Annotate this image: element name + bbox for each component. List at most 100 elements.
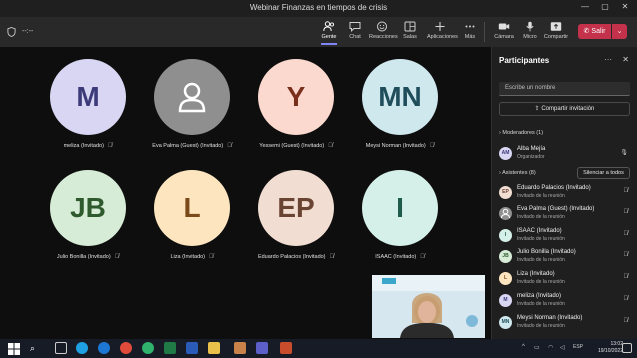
apps-button[interactable]: Aplicaciones (427, 21, 458, 40)
list-item[interactable]: MN Meysi Norman (Invitado) Invitado de l… (499, 314, 630, 332)
list-item[interactable]: Eva Palma (Guest) (Invitado) Invitado de… (499, 205, 630, 223)
more-label: Más (464, 34, 476, 40)
participant-tile[interactable]: M meliza (Invitado) 🎙̸ (43, 59, 133, 149)
avatar-initials: JB (70, 192, 106, 223)
camera-button[interactable]: Cámara (491, 21, 517, 40)
apps-label: Aplicaciones (427, 34, 458, 40)
mic-off-icon: 🎙̸ (623, 296, 629, 302)
task-view-icon[interactable] (55, 342, 67, 354)
wifi-icon[interactable]: ◠ (548, 344, 553, 351)
teams-icon[interactable] (256, 342, 268, 354)
share-button[interactable]: Compartir (543, 21, 569, 40)
volume-icon[interactable]: ◁ (560, 344, 565, 351)
edge-icon[interactable] (98, 342, 110, 354)
mic-off-icon: 🎙̸ (623, 209, 629, 215)
mic-off-icon: 🎙̸ (114, 254, 120, 260)
participant-tile[interactable]: L Liza (Invitado) 🎙̸ (147, 170, 237, 260)
close-icon[interactable]: ✕ (622, 55, 629, 64)
mic-off-icon: 🎙̸ (420, 254, 425, 260)
windows-start-icon[interactable] (8, 342, 20, 355)
participant-role: Organizador (517, 154, 545, 160)
participant-search-input[interactable]: Escribe un nombre (499, 82, 630, 96)
camera-icon (498, 23, 510, 30)
avatar: JB (50, 170, 126, 246)
shield-icon (7, 27, 16, 37)
participant-name-row: Yessemi (Guest) (Invitado) 🎙̸ (251, 143, 341, 149)
share-icon (550, 22, 562, 31)
reactions-button[interactable]: Reacciones (369, 21, 398, 40)
camera-label: Cámara (494, 34, 514, 40)
word-icon[interactable] (186, 342, 198, 354)
moderators-section-header[interactable]: › Moderadores (1) (499, 130, 543, 136)
rooms-button[interactable]: Salas (397, 21, 423, 40)
share-label: Compartir (543, 34, 569, 40)
chevron-up-icon[interactable]: ^ (522, 344, 525, 350)
list-item[interactable]: L Liza (Invitado) Invitado de la reunión… (499, 270, 630, 288)
list-item[interactable]: M meliza (Invitado) Invitado de la reuni… (499, 292, 630, 310)
participant-tile[interactable]: MN Meysi Norman (Invitado) 🎙̸ (355, 59, 445, 149)
chat-button[interactable]: Chat (342, 21, 368, 40)
taskbar-clock[interactable]: 13:02 19/10/2022 (598, 341, 623, 355)
list-item[interactable]: EP Eduardo Palacios (Invitado) Invitado … (499, 184, 630, 202)
participant-tile[interactable]: JB Julio Bonilla (Invitado) 🎙̸ (43, 170, 133, 260)
mic-off-icon: 🎙̸ (107, 143, 113, 149)
microphone-icon: 🎙 (620, 150, 628, 156)
powerpoint-icon[interactable] (280, 342, 292, 354)
meeting-timer: --:-- (22, 28, 34, 35)
browser-icon[interactable] (142, 342, 154, 354)
more-button[interactable]: Más (457, 21, 483, 40)
outlook-icon[interactable] (234, 342, 246, 354)
leave-button[interactable]: ✆ Salir (578, 24, 611, 39)
mic-off-icon: 🎙̸ (623, 318, 629, 324)
avatar: EP (499, 186, 512, 199)
reactions-icon (377, 21, 387, 32)
avatar (154, 59, 230, 135)
close-icon[interactable]: ✕ (618, 2, 632, 11)
excel-icon[interactable] (164, 342, 176, 354)
participant-name-row: Meysi Norman (Invitado) 🎙̸ (355, 143, 445, 149)
mic-off-icon: 🎙̸ (623, 231, 629, 237)
avatar: L (154, 170, 230, 246)
participant-name: meliza (Invitado) (517, 293, 562, 299)
avatar-initials: MN (378, 81, 422, 112)
participant-name-row: Liza (Invitado) 🎙̸ (147, 254, 237, 260)
phone-icon: ✆ (583, 28, 590, 35)
participant-tile[interactable]: Eva Palma (Guest) (Invitado) 🎙̸ (147, 59, 237, 149)
list-item[interactable]: AM Alba Mejía Organizador 🎙 (499, 145, 630, 163)
participant-name: meliza (Invitado) (63, 143, 104, 149)
moderators-label: Moderadores (1) (502, 130, 544, 136)
list-item[interactable]: I ISAAC (Invitado) Invitado de la reunió… (499, 227, 630, 245)
mute-all-button[interactable]: Silenciar a todos (577, 167, 630, 179)
rooms-label: Salas (403, 34, 417, 40)
file-explorer-icon[interactable] (208, 342, 220, 354)
language-indicator[interactable]: ESP (573, 344, 583, 350)
maximize-icon[interactable]: ▢ (598, 2, 612, 11)
leave-options-button[interactable]: ⌄ (612, 24, 627, 39)
apps-icon (435, 22, 445, 31)
microphone-label: Micro (523, 34, 537, 40)
participant-name: Liza (Invitado) (517, 271, 555, 277)
share-invite-button[interactable]: ⇪ Compartir invitación (499, 102, 630, 116)
people-button[interactable]: Gente (316, 21, 342, 40)
attendees-section-header[interactable]: › Asistentes (8) (499, 170, 536, 176)
skype-icon[interactable] (76, 342, 88, 354)
list-item[interactable]: JB Julio Bonilla (Invitado) Invitado de … (499, 248, 630, 266)
participant-tile[interactable]: Y Yessemi (Guest) (Invitado) 🎙̸ (251, 59, 341, 149)
notifications-icon[interactable] (622, 343, 632, 353)
clock-date: 19/10/2022 (597, 348, 623, 354)
participant-role: Invitado de la reunión (517, 323, 565, 329)
more-options-icon[interactable]: ··· (604, 55, 612, 64)
chrome-icon[interactable] (120, 342, 132, 354)
minimize-icon[interactable]: — (578, 2, 592, 11)
people-label: Gente (321, 34, 337, 40)
microphone-button[interactable]: Micro (517, 21, 543, 40)
chevron-down-icon: › (499, 130, 501, 136)
self-video-preview[interactable] (372, 275, 485, 338)
pane-controls: ··· ✕ (604, 55, 629, 64)
participant-tile[interactable]: EP Eduardo Palacios (Invitado) 🎙̸ (251, 170, 341, 260)
participant-tile[interactable]: I ISAAC (Invitado) 🎙̸ (355, 170, 445, 260)
avatar-initials: EP (277, 192, 315, 223)
search-icon[interactable]: ⌕ (30, 342, 42, 354)
mic-off-icon: 🎙̸ (329, 254, 335, 260)
avatar: Y (258, 59, 334, 135)
